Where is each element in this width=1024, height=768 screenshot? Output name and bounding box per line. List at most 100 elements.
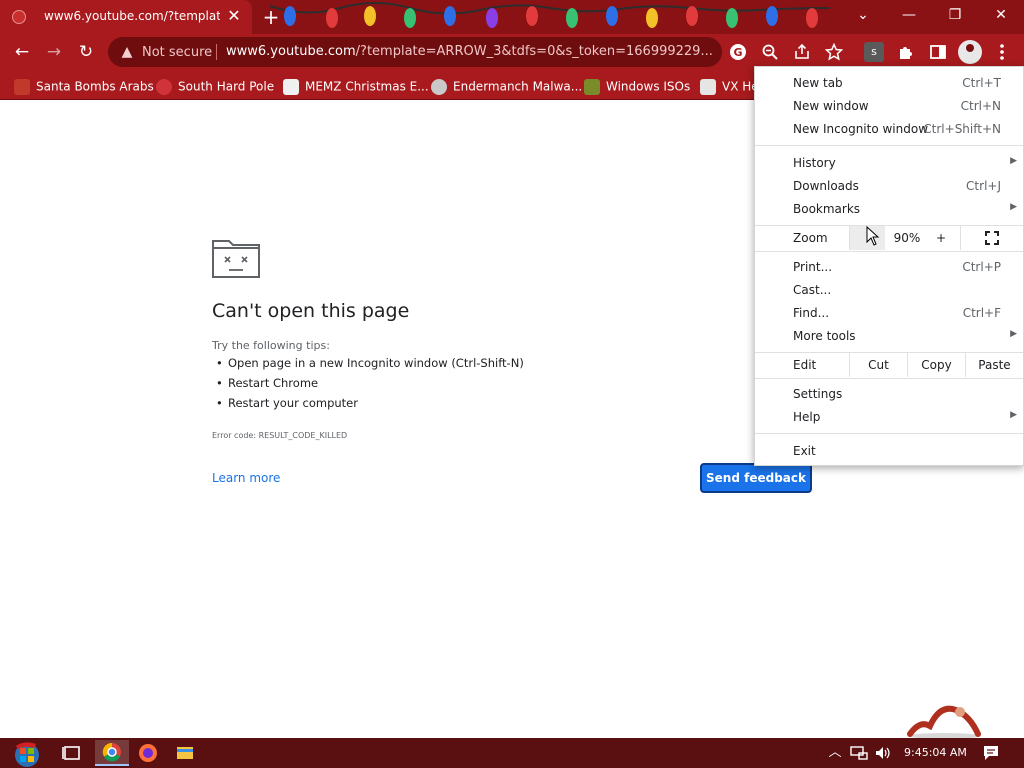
zoom-magnifier-icon[interactable] xyxy=(761,43,779,61)
menu-divider xyxy=(755,433,1023,434)
menu-item-more-tools[interactable]: More tools ▶ xyxy=(755,325,1023,348)
menu-item-find[interactable]: Find... Ctrl+F xyxy=(755,302,1023,325)
menu-item-shortcut: Ctrl+T xyxy=(962,76,1001,90)
menu-item-label: Bookmarks xyxy=(793,202,861,216)
desktop-figure-decoration xyxy=(907,705,981,739)
menu-item-exit[interactable]: Exit xyxy=(755,440,1023,463)
menu-item-downloads[interactable]: Downloads Ctrl+J xyxy=(755,175,1023,198)
bookmark-label: Windows ISOs xyxy=(606,79,691,94)
share-icon[interactable] xyxy=(793,43,811,61)
chrome-main-menu: New tab Ctrl+T New window Ctrl+N New Inc… xyxy=(754,66,1024,466)
tree-favicon-icon xyxy=(584,78,600,95)
side-panel-icon[interactable] xyxy=(929,43,947,61)
active-tab[interactable]: www6.youtube.com/?template=ARROW_3&tdfs=… xyxy=(0,0,252,34)
menu-item-label: New tab xyxy=(793,76,843,90)
kebab-menu-icon[interactable] xyxy=(994,43,1010,61)
send-feedback-button[interactable]: Send feedback xyxy=(700,463,812,493)
menu-item-help[interactable]: Help ▶ xyxy=(755,406,1023,429)
menu-item-label: Print... xyxy=(793,260,833,274)
system-clock[interactable]: 9:45:04 AM xyxy=(904,746,967,759)
learn-more-link[interactable]: Learn more xyxy=(212,471,280,485)
menu-item-label: Settings xyxy=(793,387,843,401)
back-arrow-icon[interactable]: ← xyxy=(8,38,36,66)
bookmark-star-icon[interactable] xyxy=(825,43,843,61)
menu-item-history[interactable]: History ▶ xyxy=(755,152,1023,175)
zoom-in-button[interactable]: + xyxy=(927,226,955,250)
menu-divider xyxy=(755,251,1023,252)
extension-s-icon[interactable]: s xyxy=(864,42,884,62)
submenu-arrow-icon: ▶ xyxy=(1010,202,1017,212)
list-item: Open page in a new Incognito window (Ctr… xyxy=(216,354,524,374)
volume-icon[interactable] xyxy=(874,745,892,761)
paste-button[interactable]: Paste xyxy=(965,353,1023,377)
santa-favicon-icon xyxy=(14,78,30,95)
network-icon[interactable] xyxy=(850,745,868,761)
show-hidden-icons-chevron-icon[interactable]: ︿ xyxy=(826,743,844,763)
url-host: www6.youtube.com xyxy=(226,44,356,59)
page-title: Can't open this page xyxy=(212,300,410,322)
bookmark-item[interactable]: Windows ISOs xyxy=(584,76,691,95)
menu-item-label: History xyxy=(793,156,836,170)
endermanch-favicon-icon xyxy=(431,78,447,95)
bookmark-label: Santa Bombs Arabs xyxy=(36,79,154,94)
menu-divider xyxy=(755,145,1023,146)
google-lens-icon[interactable]: G xyxy=(729,43,747,61)
tab-close-icon[interactable]: ✕ xyxy=(224,6,244,26)
taskbar-chrome[interactable] xyxy=(95,740,129,766)
extensions-puzzle-icon[interactable] xyxy=(897,43,915,61)
copy-button[interactable]: Copy xyxy=(907,353,965,377)
bookmark-item[interactable]: Santa Bombs Arabs xyxy=(14,76,154,95)
menu-zoom-row: Zoom 90% + xyxy=(755,226,1023,250)
menu-edit-row: Edit Cut Copy Paste xyxy=(755,353,1023,377)
menu-item-print[interactable]: Print... Ctrl+P xyxy=(755,256,1023,279)
firefox-icon[interactable] xyxy=(131,740,165,766)
menu-item-shortcut: Ctrl+J xyxy=(966,179,1001,193)
restore-button[interactable]: ❐ xyxy=(932,0,978,30)
submenu-arrow-icon: ▶ xyxy=(1010,410,1017,420)
new-tab-button[interactable]: + xyxy=(258,4,284,30)
warning-triangle-icon[interactable]: ▲ xyxy=(118,43,136,61)
menu-item-label: Cast... xyxy=(793,283,832,297)
task-view-icon[interactable] xyxy=(55,740,89,766)
bookmark-item[interactable]: VX He xyxy=(700,76,759,95)
menu-item-label: More tools xyxy=(793,329,856,343)
menu-item-label: Find... xyxy=(793,306,830,320)
menu-item-bookmarks[interactable]: Bookmarks ▶ xyxy=(755,198,1023,221)
menu-item-new-window[interactable]: New window Ctrl+N xyxy=(755,95,1023,118)
notifications-icon[interactable] xyxy=(982,744,1000,762)
security-status[interactable]: Not secure xyxy=(142,45,212,60)
vx-favicon-icon xyxy=(700,78,716,95)
menu-item-new-incognito-window[interactable]: New Incognito window Ctrl+Shift+N xyxy=(755,118,1023,141)
tab-search-dropdown-icon[interactable]: ⌄ xyxy=(840,0,886,30)
bookmark-item[interactable]: Endermanch Malwa... xyxy=(431,76,582,95)
fullscreen-button[interactable] xyxy=(960,226,1023,250)
reload-icon[interactable]: ↻ xyxy=(72,38,100,66)
menu-item-label: Exit xyxy=(793,444,816,458)
profile-avatar-icon[interactable] xyxy=(958,40,982,64)
menu-item-new-tab[interactable]: New tab Ctrl+T xyxy=(755,72,1023,95)
url-path: /?template=ARROW_3&tdfs=0&s_token=166999… xyxy=(355,44,713,59)
menu-item-shortcut: Ctrl+Shift+N xyxy=(923,122,1001,136)
menu-item-settings[interactable]: Settings xyxy=(755,383,1023,406)
menu-item-cast[interactable]: Cast... xyxy=(755,279,1023,302)
bookmark-item[interactable]: MEMZ Christmas E... xyxy=(283,76,429,95)
memz-favicon-icon xyxy=(283,78,299,95)
url-text[interactable]: www6.youtube.com/?template=ARROW_3&tdfs=… xyxy=(226,44,716,59)
tips-heading: Try the following tips: xyxy=(212,339,330,352)
chrome-icon xyxy=(102,742,121,762)
file-explorer-icon[interactable] xyxy=(168,740,202,766)
address-bar[interactable]: ▲ Not secure www6.youtube.com/?template=… xyxy=(108,37,722,67)
start-orb-icon[interactable] xyxy=(10,740,44,768)
tips-list: Open page in a new Incognito window (Ctr… xyxy=(216,354,524,414)
submenu-arrow-icon: ▶ xyxy=(1010,156,1017,166)
minimize-button[interactable]: — xyxy=(886,0,932,30)
omnibox-divider xyxy=(216,44,217,60)
svg-text:G: G xyxy=(733,46,742,59)
bookmark-item[interactable]: South Hard Pole xyxy=(156,76,274,95)
menu-item-label: New window xyxy=(793,99,869,113)
cut-button[interactable]: Cut xyxy=(849,353,907,377)
forward-arrow-icon[interactable]: → xyxy=(40,38,68,66)
close-window-button[interactable]: ✕ xyxy=(978,0,1024,30)
menu-item-shortcut: Ctrl+F xyxy=(962,306,1001,320)
tab-title: www6.youtube.com/?template=ARROW_3&tdfs=… xyxy=(44,9,220,23)
